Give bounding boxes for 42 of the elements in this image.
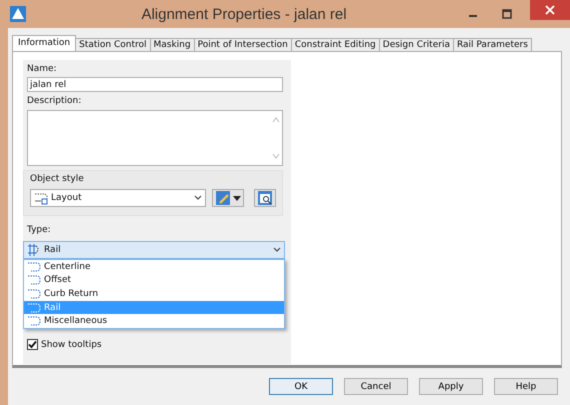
description-label: Description: bbox=[27, 96, 82, 107]
window-title: Alignment Properties - jalan rel bbox=[140, 6, 348, 22]
object-style-label: Object style bbox=[30, 173, 85, 185]
chevron-down-icon bbox=[273, 247, 281, 253]
tab[interactable]: Point of Intersection bbox=[194, 38, 292, 51]
alignment-type-icon bbox=[27, 273, 41, 288]
tab[interactable]: Information bbox=[12, 35, 76, 51]
dialog-button[interactable]: Apply bbox=[419, 378, 483, 395]
tab[interactable]: Station Control bbox=[75, 38, 150, 51]
caret-icon bbox=[233, 196, 241, 200]
edit-style-button[interactable] bbox=[212, 189, 244, 207]
alignment-type-icon bbox=[27, 260, 41, 274]
name-label: Name: bbox=[27, 64, 57, 75]
alignment-type-icon bbox=[27, 286, 41, 301]
dialog-button[interactable]: Cancel bbox=[344, 378, 408, 395]
tab[interactable]: Rail Parameters bbox=[452, 38, 532, 51]
dropdown-option[interactable]: Miscellaneous bbox=[24, 314, 284, 328]
object-style-dropdown[interactable]: Layout bbox=[30, 189, 206, 207]
tab[interactable]: Masking bbox=[150, 38, 195, 51]
dropdown-option[interactable]: Centerline bbox=[24, 260, 284, 274]
alignment-type-icon bbox=[27, 314, 41, 328]
show-tooltips-checkbox[interactable] bbox=[27, 339, 38, 350]
type-label: Type: bbox=[27, 225, 51, 236]
show-tooltips-label[interactable]: Show tooltips bbox=[41, 340, 102, 350]
close-icon bbox=[545, 5, 555, 15]
dropdown-option[interactable]: Curb Return bbox=[24, 287, 284, 301]
name-field[interactable]: jalan rel bbox=[27, 77, 283, 92]
alignment-type-icon bbox=[27, 300, 41, 315]
preview-button[interactable] bbox=[254, 189, 276, 207]
pencil-icon bbox=[215, 190, 231, 206]
type-dropdown[interactable]: Rail bbox=[23, 241, 285, 259]
close-button[interactable] bbox=[530, 0, 570, 20]
magnifier-icon bbox=[257, 190, 273, 206]
tab[interactable]: Constraint Editing bbox=[290, 38, 380, 51]
layout-icon bbox=[34, 191, 48, 205]
tab[interactable]: Design Criteria bbox=[378, 38, 454, 51]
maximize-icon[interactable] bbox=[502, 9, 512, 19]
dropdown-option[interactable]: Offset bbox=[24, 274, 284, 288]
dialog-button[interactable]: OK bbox=[269, 378, 333, 395]
dialog-button[interactable]: Help bbox=[494, 378, 558, 395]
chevron-down-icon bbox=[194, 195, 202, 201]
app-logo-icon bbox=[10, 6, 26, 22]
